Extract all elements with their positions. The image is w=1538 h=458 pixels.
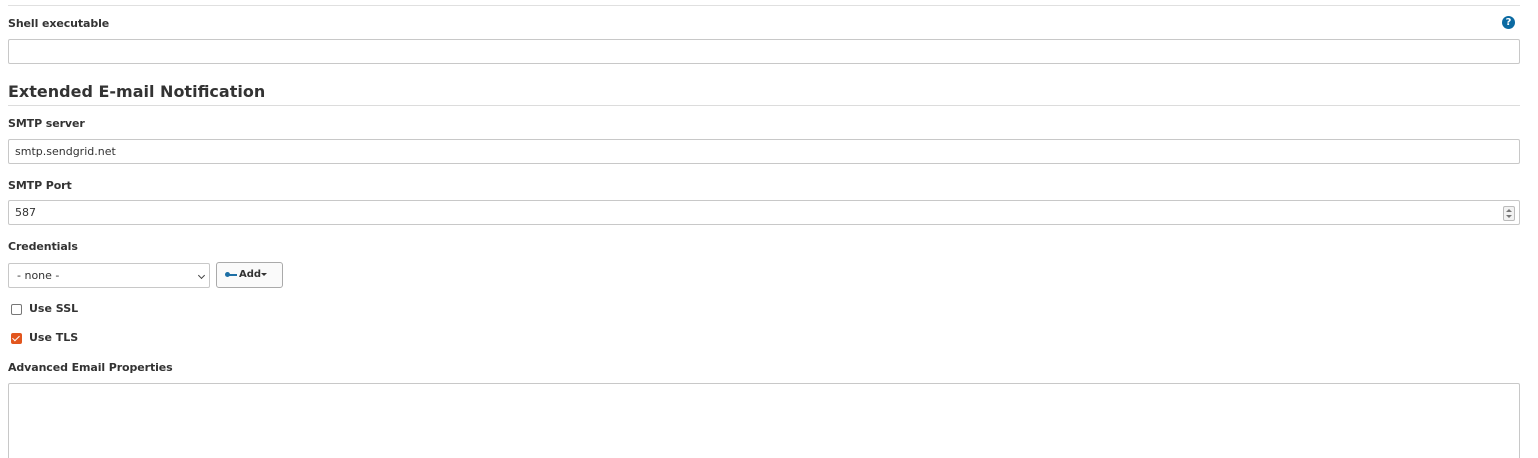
advanced-email-properties-textarea[interactable]: [8, 383, 1520, 458]
email-config-form: Shell executable ? Extended E-mail Notif…: [0, 0, 1538, 458]
use-ssl-label[interactable]: Use SSL: [29, 302, 78, 315]
use-ssl-checkbox[interactable]: [11, 304, 22, 315]
smtp-port-value: 587: [15, 206, 36, 219]
spinner-icon[interactable]: [1503, 206, 1515, 221]
divider: [8, 5, 1520, 6]
help-icon[interactable]: ?: [1502, 16, 1515, 29]
use-tls-label[interactable]: Use TLS: [29, 331, 78, 344]
add-button-label: Add: [239, 269, 262, 280]
use-tls-checkbox[interactable]: [11, 333, 22, 344]
advanced-email-properties-label: Advanced Email Properties: [8, 361, 173, 374]
smtp-port-input[interactable]: 587: [8, 200, 1520, 225]
credentials-selected-value: - none -: [17, 269, 60, 282]
smtp-server-value: smtp.sendgrid.net: [15, 145, 116, 158]
chevron-down-icon: [197, 271, 206, 280]
credentials-select[interactable]: - none -: [8, 263, 210, 288]
section-divider: [8, 105, 1520, 106]
shell-executable-label: Shell executable: [8, 17, 110, 30]
shell-executable-input[interactable]: [8, 39, 1520, 64]
caret-down-icon: [261, 273, 267, 276]
smtp-server-input[interactable]: smtp.sendgrid.net: [8, 139, 1520, 164]
credentials-label: Credentials: [8, 240, 78, 253]
key-icon: [225, 272, 237, 278]
spinner-up-icon[interactable]: [1506, 209, 1512, 212]
section-title: Extended E-mail Notification: [8, 82, 266, 101]
smtp-server-label: SMTP server: [8, 117, 85, 130]
add-credentials-button[interactable]: Add: [216, 262, 283, 288]
smtp-port-label: SMTP Port: [8, 179, 72, 192]
spinner-down-icon[interactable]: [1506, 215, 1512, 218]
